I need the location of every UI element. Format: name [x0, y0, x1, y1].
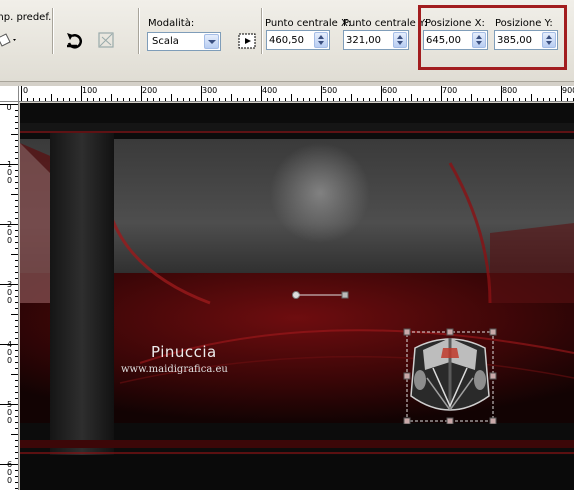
resize-handle-r[interactable]	[489, 372, 497, 380]
horizontal-ruler[interactable]: 0 100 200 300 400 500 600 700 800 900	[19, 86, 574, 102]
ruler-label: 600	[382, 86, 398, 95]
horizontal-ruler-ticks	[21, 86, 574, 101]
center-x-stepper[interactable]	[266, 30, 330, 50]
ruler-label: 400	[262, 86, 278, 95]
car-grille-icon	[410, 338, 490, 412]
center-point-handle[interactable]	[292, 291, 300, 299]
ruler-label: 200	[142, 86, 158, 95]
center-y-input[interactable]	[346, 33, 386, 47]
watermark-url: www.maidigrafica.eu	[121, 364, 228, 375]
ruler-label: 700	[442, 86, 458, 95]
ruler-label: 600	[5, 460, 14, 484]
preset-label: mp. predef.:	[0, 12, 55, 23]
toolbar-separator	[261, 8, 263, 54]
preset-picker-icon	[0, 33, 16, 47]
ruler-label: 500	[322, 86, 338, 95]
center-y-stepper[interactable]	[343, 30, 409, 50]
resize-handle-br[interactable]	[489, 417, 497, 424]
center-x-label: Punto centrale X:	[265, 18, 352, 29]
resize-handle-l[interactable]	[403, 372, 411, 380]
position-y-stepper[interactable]	[494, 30, 558, 50]
position-y-label: Posizione Y:	[495, 18, 553, 29]
reset-button[interactable]	[63, 29, 87, 53]
position-x-stepper[interactable]	[423, 30, 488, 50]
ruler-label: 200	[5, 220, 14, 244]
center-x-input[interactable]	[269, 33, 309, 47]
ruler-label: 300	[5, 280, 14, 304]
stepper-arrows[interactable]	[393, 32, 407, 48]
center-y-label: Punto centrale Y:	[343, 18, 428, 29]
preset-picker-button[interactable]	[0, 28, 20, 52]
position-x-input[interactable]	[426, 33, 466, 47]
image-canvas[interactable]: Pinuccia www.maidigrafica.eu	[20, 103, 574, 490]
selection-bounding-box[interactable]	[403, 328, 499, 424]
ruler-label: 0	[6, 103, 12, 112]
toolbar-separator	[138, 8, 140, 54]
ruler-label: 100	[5, 160, 14, 184]
stepper-arrows[interactable]	[472, 32, 486, 48]
resize-handle-bl[interactable]	[403, 417, 411, 424]
resize-handle-tr[interactable]	[489, 328, 497, 336]
ruler-label: 900	[562, 86, 574, 95]
ruler-label: 100	[82, 86, 98, 95]
resize-handle-tl[interactable]	[403, 328, 411, 336]
center-point-button[interactable]	[236, 30, 260, 54]
watermark-name: Pinuccia	[151, 343, 217, 361]
ruler-label: 300	[202, 86, 218, 95]
toolbar-separator	[52, 8, 54, 54]
ruler-corner	[0, 86, 19, 102]
center-point-icon	[238, 33, 256, 49]
mode-select-value: Scala	[152, 36, 179, 47]
chevron-down-icon[interactable]	[204, 34, 219, 49]
ruler-label: 500	[5, 400, 14, 424]
resize-handle-t[interactable]	[446, 328, 454, 336]
tool-options-toolbar: mp. predef.: Modalità: Scala Punto centr…	[0, 0, 574, 82]
ruler-label: 0	[23, 86, 29, 95]
reset-arrow-icon	[67, 33, 82, 49]
mode-label: Modalità:	[148, 18, 195, 29]
resize-handle-b[interactable]	[446, 417, 454, 424]
ruler-label: 400	[5, 340, 14, 364]
transform-icon	[98, 32, 114, 48]
position-x-label: Posizione X:	[425, 18, 485, 29]
mode-select[interactable]: Scala	[147, 32, 221, 51]
stepper-arrows[interactable]	[542, 32, 556, 48]
position-y-input[interactable]	[497, 33, 537, 47]
transform-button[interactable]	[95, 29, 119, 53]
stepper-arrows[interactable]	[314, 32, 328, 48]
vertical-ruler[interactable]: 0 100 200 300 400 500 600	[0, 102, 19, 490]
rotation-handle[interactable]	[290, 289, 360, 301]
ruler-label: 800	[502, 86, 518, 95]
